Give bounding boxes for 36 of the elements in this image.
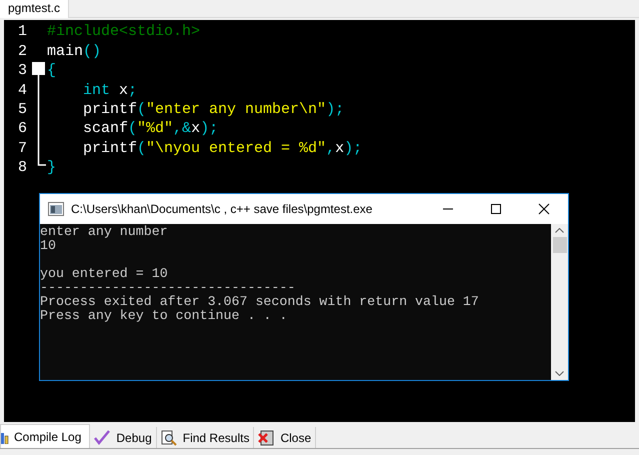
magnifier-document-icon	[160, 430, 177, 446]
console-output-line: enter any number	[40, 224, 168, 239]
maximize-icon[interactable]	[490, 203, 502, 215]
close-icon[interactable]	[538, 203, 550, 215]
line-number: 8	[16, 158, 28, 178]
line-number: 2	[16, 42, 28, 62]
line-number: 7	[16, 138, 28, 159]
console-output-line: you entered = 10	[40, 266, 168, 281]
line-number: 3	[16, 61, 28, 82]
code-line: }	[47, 158, 56, 178]
console-app-icon	[48, 202, 64, 216]
code-line: scanf("%d",&x);	[83, 119, 218, 140]
code-line: #include<stdio.h>	[47, 22, 200, 42]
console-output-line: Press any key to continue . . .	[40, 308, 288, 323]
file-tab[interactable]: pgmtest.c	[0, 0, 70, 18]
line-number: 6	[16, 119, 28, 140]
fold-marker[interactable]	[32, 62, 47, 169]
console-output-line: --------------------------------	[40, 280, 296, 295]
line-number: 1	[16, 22, 28, 42]
window-title: C:\Users\khan\Documents\c , c++ save files\pgmtest.exe	[71, 201, 372, 218]
line-number: 4	[16, 80, 28, 101]
checkmark-icon	[94, 430, 110, 445]
code-line: {	[47, 61, 56, 82]
code-line: main()	[47, 42, 102, 62]
scroll-down-icon[interactable]	[555, 371, 564, 376]
console-output-line: 10	[40, 238, 56, 253]
close-document-icon	[258, 430, 274, 446]
code-line: printf("enter any number\n");	[83, 100, 344, 120]
console-output-line: Process exited after 3.067 seconds with return value 17	[40, 294, 479, 309]
scroll-up-icon[interactable]	[555, 228, 564, 233]
panel-tab[interactable]: Compile Log	[0, 424, 90, 448]
code-line: printf("\nyou entered = %d",x);	[83, 138, 362, 159]
scrollbar[interactable]	[551, 224, 568, 380]
scroll-thumb[interactable]	[552, 237, 566, 253]
code-line: int x;	[83, 80, 138, 101]
line-number: 5	[16, 100, 28, 120]
